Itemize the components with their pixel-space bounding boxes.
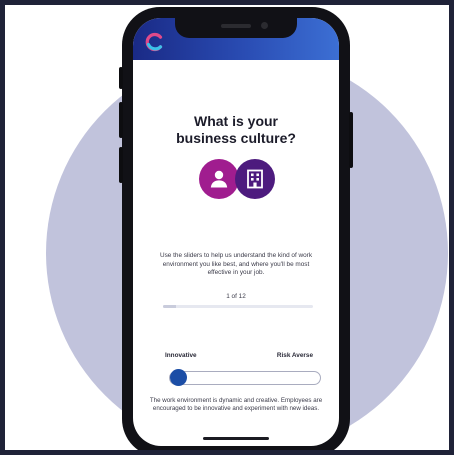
culture-slider[interactable] [169, 369, 321, 386]
title-line-1: What is your [193, 113, 278, 129]
speaker-grille [221, 24, 251, 28]
slider-thumb[interactable] [170, 369, 187, 386]
marketing-stage: What is your business culture? Use the s… [5, 5, 449, 450]
power-button [349, 112, 353, 168]
volume-down-button [119, 147, 123, 183]
question-counter: 1 of 12 [226, 293, 246, 300]
phone-screen: What is your business culture? Use the s… [133, 18, 339, 446]
title-line-2: business culture? [176, 130, 296, 146]
building-badge [235, 159, 275, 199]
building-icon [247, 169, 263, 189]
progress-fill [163, 305, 176, 308]
page-title: What is your business culture? [133, 113, 339, 147]
app-logo-icon [145, 32, 163, 52]
statement-text: The work environment is dynamic and crea… [149, 397, 323, 413]
phone-notch [175, 18, 297, 38]
person-badge [199, 159, 239, 199]
person-icon [210, 170, 228, 188]
phone-mockup: What is your business culture? Use the s… [119, 7, 353, 450]
home-indicator[interactable] [203, 437, 269, 440]
mute-switch [119, 67, 123, 89]
instructions-text: Use the sliders to help us understand th… [159, 252, 313, 277]
slider-left-label: Innovative [165, 352, 197, 359]
volume-up-button [119, 102, 123, 138]
progress-bar [163, 305, 313, 308]
slider-right-label: Risk Averse [276, 352, 313, 359]
front-camera [261, 22, 268, 29]
